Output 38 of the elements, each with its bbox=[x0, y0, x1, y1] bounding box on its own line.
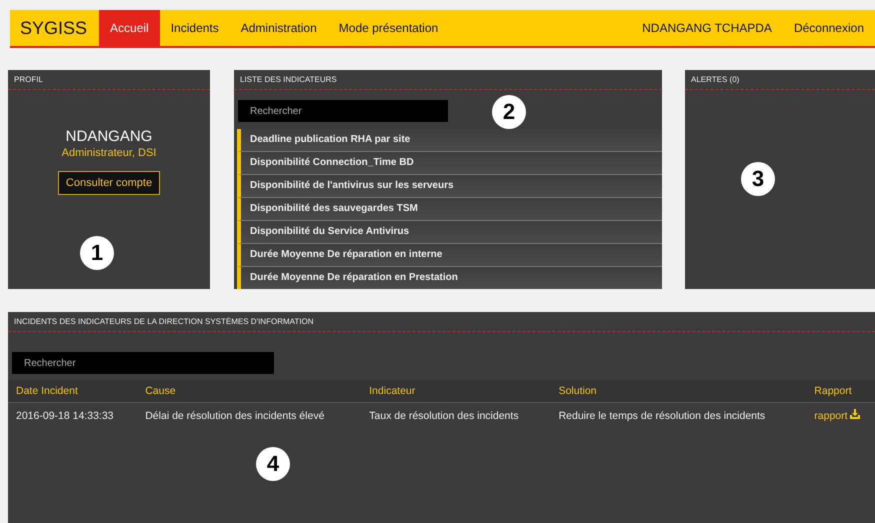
nav-tab[interactable]: Mode présentation bbox=[328, 10, 450, 46]
callout-marker: 1 bbox=[80, 236, 114, 270]
table-cell: Délai de résolution des incidents élevé bbox=[137, 402, 362, 428]
indicator-item[interactable]: Durée Moyenne De réparation en Prestation bbox=[237, 267, 662, 289]
table-cell: Taux de résolution des incidents bbox=[361, 402, 551, 428]
user-link[interactable]: NDANGANG TCHAPDA bbox=[631, 10, 783, 46]
panel-title: INCIDENTS DES INDICATEURS DE LA DIRECTION SYSTÈMES D'INFORMATION bbox=[8, 312, 875, 332]
column-header: Cause bbox=[137, 380, 362, 402]
account-button[interactable]: Consulter compte bbox=[58, 171, 160, 195]
search-field[interactable]: Rechercher bbox=[238, 100, 448, 122]
callout-marker: 4 bbox=[256, 447, 290, 481]
column-header: Indicateur bbox=[361, 380, 551, 402]
logout-link[interactable]: Déconnexion bbox=[782, 10, 875, 46]
download-icon[interactable] bbox=[850, 409, 860, 419]
column-header: Date Incident bbox=[8, 380, 138, 402]
table-cell: Reduire le temps de résolution des incidents bbox=[550, 402, 806, 428]
indicator-item[interactable]: Disponibilité du Service Antivirus bbox=[237, 221, 662, 244]
user-name: NDANGANG bbox=[66, 128, 152, 145]
indicator-item[interactable]: Disponibilité Connection_Time BD bbox=[237, 152, 662, 175]
indicator-item[interactable]: Disponibilité de l'antivirus sur les serveurs bbox=[237, 175, 662, 198]
panel-title: PROFIL bbox=[8, 70, 210, 90]
column-header: Rapport bbox=[806, 380, 875, 402]
panel-title: ALERTES (0) bbox=[685, 70, 875, 90]
nav-tab[interactable]: Incidents bbox=[160, 10, 230, 46]
indicator-item[interactable]: Deadline publication RHA par site bbox=[237, 129, 662, 152]
callout-marker: 2 bbox=[492, 95, 526, 129]
report-link[interactable]: rapport bbox=[814, 410, 848, 422]
indicator-item[interactable]: Disponibilité des sauvegardes TSM bbox=[237, 198, 662, 221]
search-field[interactable]: Rechercher bbox=[12, 352, 274, 374]
user-role: Administrateur, DSI bbox=[62, 147, 156, 159]
nav-tab[interactable]: Administration bbox=[230, 10, 328, 46]
table-cell: 2016-09-18 14:33:33 bbox=[8, 402, 138, 428]
nav-tab[interactable]: Accueil bbox=[99, 10, 160, 46]
brand-logo[interactable]: SYGISS bbox=[10, 10, 100, 46]
indicator-item[interactable]: Durée Moyenne De réparation en interne bbox=[237, 244, 662, 267]
callout-marker: 3 bbox=[741, 162, 775, 196]
panel-title: LISTE DES INDICATEURS bbox=[234, 70, 662, 90]
column-header: Solution bbox=[550, 380, 806, 402]
